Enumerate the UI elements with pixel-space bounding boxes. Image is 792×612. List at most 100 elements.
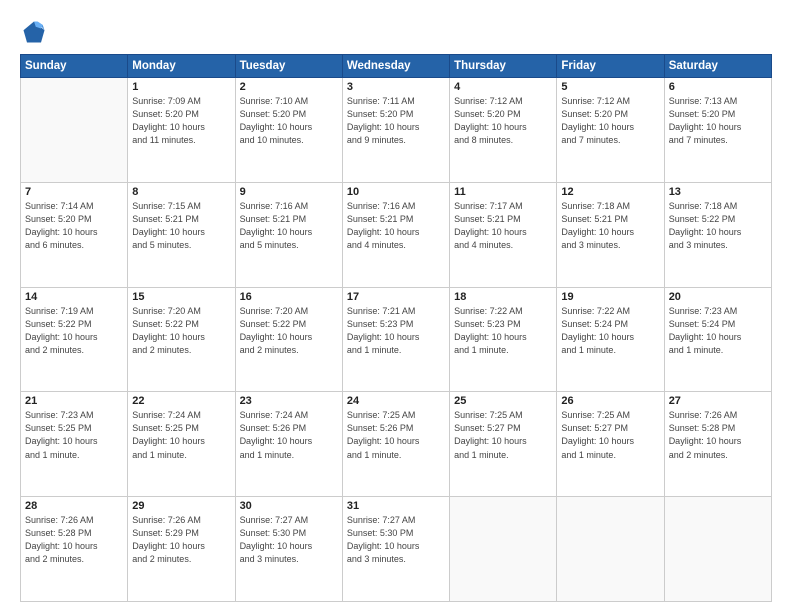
day-number: 28 [25, 500, 123, 512]
day-number: 10 [347, 186, 445, 198]
calendar-cell [557, 497, 664, 602]
day-number: 19 [561, 291, 659, 303]
day-number: 7 [25, 186, 123, 198]
day-number: 8 [132, 186, 230, 198]
day-number: 29 [132, 500, 230, 512]
calendar-cell: 16 Sunrise: 7:20 AM Sunset: 5:22 PM Dayli… [235, 287, 342, 392]
calendar-cell: 3 Sunrise: 7:11 AM Sunset: 5:20 PM Daylig… [342, 78, 449, 183]
day-number: 21 [25, 395, 123, 407]
calendar-cell: 21 Sunrise: 7:23 AM Sunset: 5:25 PM Dayli… [21, 392, 128, 497]
day-number: 9 [240, 186, 338, 198]
calendar-header-sunday: Sunday [21, 55, 128, 78]
day-info: Sunrise: 7:18 AM Sunset: 5:22 PM Dayligh… [669, 200, 767, 252]
calendar-cell: 29 Sunrise: 7:26 AM Sunset: 5:29 PM Dayli… [128, 497, 235, 602]
calendar-cell: 24 Sunrise: 7:25 AM Sunset: 5:26 PM Dayli… [342, 392, 449, 497]
week-row-3: 14Sunrise: 7:19 AM Sunset: 5:22 PM Dayli… [21, 287, 772, 392]
day-info: Sunrise: 7:22 AM Sunset: 5:23 PM Dayligh… [454, 305, 552, 357]
day-info: Sunrise: 7:24 AM Sunset: 5:25 PM Dayligh… [132, 409, 230, 461]
week-row-1: 1Sunrise: 7:09 AM Sunset: 5:20 PM Daylig… [21, 78, 772, 183]
day-info: Sunrise: 7:22 AM Sunset: 5:24 PM Dayligh… [561, 305, 659, 357]
header [20, 18, 772, 46]
calendar-cell: 31 Sunrise: 7:27 AM Sunset: 5:30 PM Dayli… [342, 497, 449, 602]
page: SundayMondayTuesdayWednesdayThursdayFrid… [0, 0, 792, 612]
calendar-cell: 13 Sunrise: 7:18 AM Sunset: 5:22 PM Dayli… [664, 182, 771, 287]
week-row-4: 21 Sunrise: 7:23 AM Sunset: 5:25 PM Dayli… [21, 392, 772, 497]
calendar-cell: 19 Sunrise: 7:22 AM Sunset: 5:24 PM Dayli… [557, 287, 664, 392]
day-info: Sunrise: 7:13 AM Sunset: 5:20 PM Dayligh… [669, 95, 767, 147]
day-number: 3 [347, 81, 445, 93]
day-number: 16 [240, 291, 338, 303]
calendar-cell [664, 497, 771, 602]
calendar-cell: 11Sunrise: 7:17 AM Sunset: 5:21 PM Dayli… [450, 182, 557, 287]
day-info: Sunrise: 7:10 AM Sunset: 5:20 PM Dayligh… [240, 95, 338, 147]
day-info: Sunrise: 7:16 AM Sunset: 5:21 PM Dayligh… [240, 200, 338, 252]
day-info: Sunrise: 7:26 AM Sunset: 5:29 PM Dayligh… [132, 514, 230, 566]
calendar-cell: 27 Sunrise: 7:26 AM Sunset: 5:28 PM Dayli… [664, 392, 771, 497]
day-number: 24 [347, 395, 445, 407]
calendar-cell: 28 Sunrise: 7:26 AM Sunset: 5:28 PM Dayli… [21, 497, 128, 602]
day-info: Sunrise: 7:24 AM Sunset: 5:26 PM Dayligh… [240, 409, 338, 461]
day-number: 5 [561, 81, 659, 93]
day-info: Sunrise: 7:26 AM Sunset: 5:28 PM Dayligh… [669, 409, 767, 461]
day-info: Sunrise: 7:20 AM Sunset: 5:22 PM Dayligh… [132, 305, 230, 357]
calendar-cell: 23 Sunrise: 7:24 AM Sunset: 5:26 PM Dayli… [235, 392, 342, 497]
day-info: Sunrise: 7:27 AM Sunset: 5:30 PM Dayligh… [347, 514, 445, 566]
calendar-cell: 7 Sunrise: 7:14 AM Sunset: 5:20 PM Daylig… [21, 182, 128, 287]
day-number: 14 [25, 291, 123, 303]
calendar-cell: 15Sunrise: 7:20 AM Sunset: 5:22 PM Dayli… [128, 287, 235, 392]
day-number: 26 [561, 395, 659, 407]
week-row-2: 7 Sunrise: 7:14 AM Sunset: 5:20 PM Daylig… [21, 182, 772, 287]
day-number: 22 [132, 395, 230, 407]
calendar-header-saturday: Saturday [664, 55, 771, 78]
calendar-header-monday: Monday [128, 55, 235, 78]
calendar-cell: 20 Sunrise: 7:23 AM Sunset: 5:24 PM Dayli… [664, 287, 771, 392]
day-info: Sunrise: 7:25 AM Sunset: 5:27 PM Dayligh… [561, 409, 659, 461]
calendar-cell: 8Sunrise: 7:15 AM Sunset: 5:21 PM Daylig… [128, 182, 235, 287]
calendar-cell: 14Sunrise: 7:19 AM Sunset: 5:22 PM Dayli… [21, 287, 128, 392]
day-info: Sunrise: 7:21 AM Sunset: 5:23 PM Dayligh… [347, 305, 445, 357]
calendar-header-thursday: Thursday [450, 55, 557, 78]
day-info: Sunrise: 7:16 AM Sunset: 5:21 PM Dayligh… [347, 200, 445, 252]
day-info: Sunrise: 7:25 AM Sunset: 5:26 PM Dayligh… [347, 409, 445, 461]
day-info: Sunrise: 7:26 AM Sunset: 5:28 PM Dayligh… [25, 514, 123, 566]
calendar-cell [21, 78, 128, 183]
day-info: Sunrise: 7:09 AM Sunset: 5:20 PM Dayligh… [132, 95, 230, 147]
calendar-table: SundayMondayTuesdayWednesdayThursdayFrid… [20, 54, 772, 602]
day-number: 18 [454, 291, 552, 303]
day-number: 23 [240, 395, 338, 407]
day-info: Sunrise: 7:23 AM Sunset: 5:24 PM Dayligh… [669, 305, 767, 357]
day-info: Sunrise: 7:27 AM Sunset: 5:30 PM Dayligh… [240, 514, 338, 566]
day-info: Sunrise: 7:23 AM Sunset: 5:25 PM Dayligh… [25, 409, 123, 461]
day-info: Sunrise: 7:25 AM Sunset: 5:27 PM Dayligh… [454, 409, 552, 461]
day-number: 30 [240, 500, 338, 512]
day-info: Sunrise: 7:12 AM Sunset: 5:20 PM Dayligh… [561, 95, 659, 147]
day-number: 2 [240, 81, 338, 93]
logo-icon [20, 18, 48, 46]
day-number: 25 [454, 395, 552, 407]
day-info: Sunrise: 7:14 AM Sunset: 5:20 PM Dayligh… [25, 200, 123, 252]
day-number: 27 [669, 395, 767, 407]
day-number: 13 [669, 186, 767, 198]
day-info: Sunrise: 7:20 AM Sunset: 5:22 PM Dayligh… [240, 305, 338, 357]
calendar-cell: 26 Sunrise: 7:25 AM Sunset: 5:27 PM Dayli… [557, 392, 664, 497]
calendar-cell [450, 497, 557, 602]
day-number: 6 [669, 81, 767, 93]
day-number: 31 [347, 500, 445, 512]
calendar-header-row: SundayMondayTuesdayWednesdayThursdayFrid… [21, 55, 772, 78]
day-number: 20 [669, 291, 767, 303]
calendar-cell: 17Sunrise: 7:21 AM Sunset: 5:23 PM Dayli… [342, 287, 449, 392]
calendar-cell: 22 Sunrise: 7:24 AM Sunset: 5:25 PM Dayli… [128, 392, 235, 497]
calendar-cell: 5 Sunrise: 7:12 AM Sunset: 5:20 PM Daylig… [557, 78, 664, 183]
day-info: Sunrise: 7:18 AM Sunset: 5:21 PM Dayligh… [561, 200, 659, 252]
day-info: Sunrise: 7:11 AM Sunset: 5:20 PM Dayligh… [347, 95, 445, 147]
calendar-header-wednesday: Wednesday [342, 55, 449, 78]
calendar-cell: 18 Sunrise: 7:22 AM Sunset: 5:23 PM Dayli… [450, 287, 557, 392]
logo [20, 18, 52, 46]
day-info: Sunrise: 7:17 AM Sunset: 5:21 PM Dayligh… [454, 200, 552, 252]
day-number: 12 [561, 186, 659, 198]
calendar-cell: 25 Sunrise: 7:25 AM Sunset: 5:27 PM Dayli… [450, 392, 557, 497]
day-info: Sunrise: 7:12 AM Sunset: 5:20 PM Dayligh… [454, 95, 552, 147]
week-row-5: 28 Sunrise: 7:26 AM Sunset: 5:28 PM Dayli… [21, 497, 772, 602]
calendar-cell: 4Sunrise: 7:12 AM Sunset: 5:20 PM Daylig… [450, 78, 557, 183]
calendar-cell: 1Sunrise: 7:09 AM Sunset: 5:20 PM Daylig… [128, 78, 235, 183]
